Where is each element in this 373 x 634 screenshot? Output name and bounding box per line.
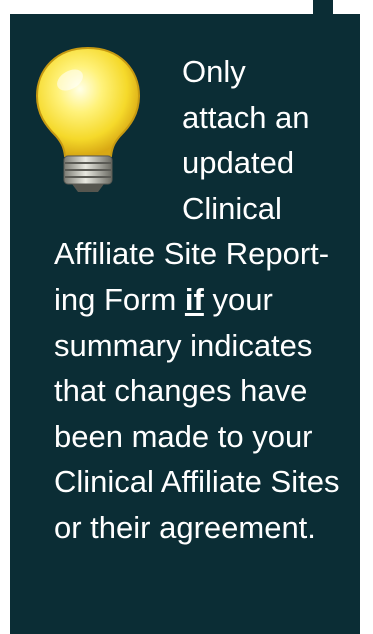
- tip-line-with-emphasis: ing Form if your: [54, 277, 354, 323]
- tip-line: Clinical Affiliate Sites: [54, 464, 340, 500]
- tip-text-segment: ing Form: [54, 281, 185, 317]
- tip-message: Only attach an updated Clinical Affiliat…: [54, 49, 354, 551]
- tip-line: that changes have: [54, 373, 308, 409]
- tip-line: updated: [182, 145, 295, 181]
- tip-line: Affiliate Site Report-: [54, 236, 330, 272]
- tip-text-segment: your: [203, 281, 273, 317]
- tip-line: summary indicates: [54, 327, 313, 363]
- panel-top-tab: [313, 0, 333, 14]
- tip-line: Only: [182, 54, 246, 89]
- tip-line: been made to your: [54, 418, 313, 454]
- emphasis-if: if: [184, 281, 204, 317]
- tip-line: attach an: [182, 99, 310, 135]
- tip-line: Clinical: [182, 190, 282, 226]
- tip-line: or their agreement.: [54, 509, 316, 545]
- tip-panel: Only attach an updated Clinical Affiliat…: [10, 14, 360, 634]
